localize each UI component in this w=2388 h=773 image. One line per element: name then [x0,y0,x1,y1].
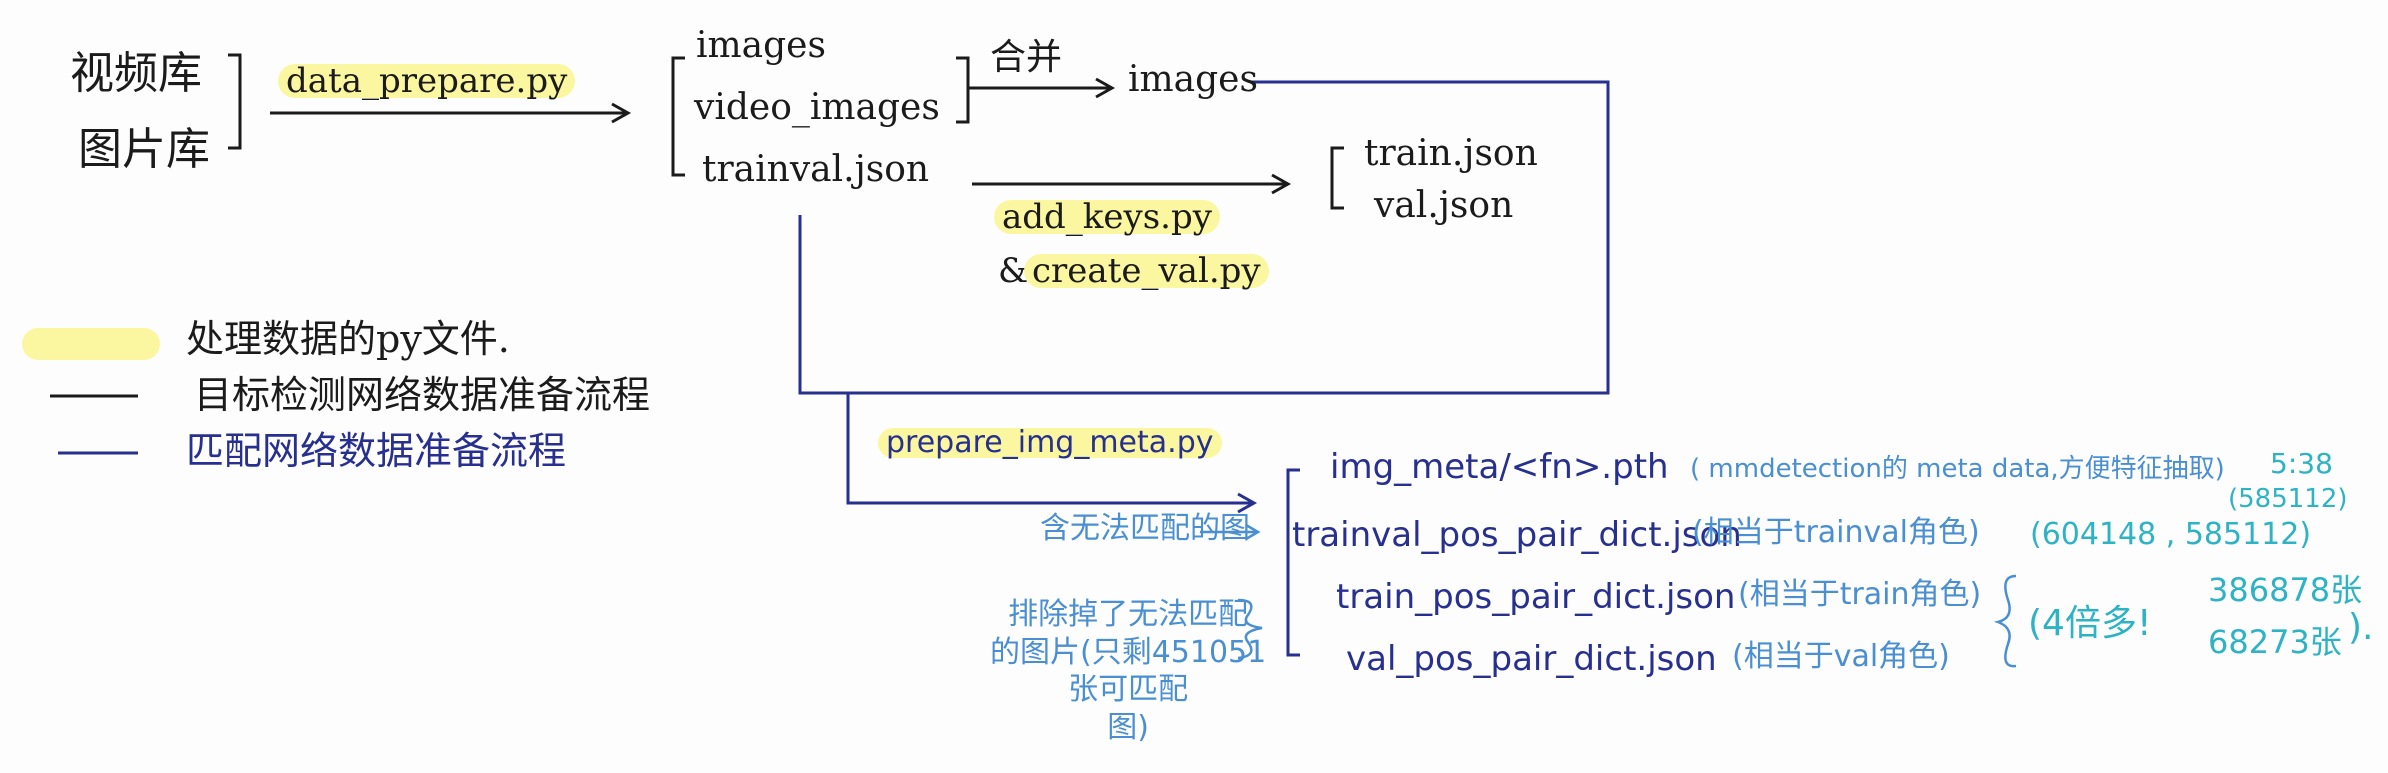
annotation-count-b: 68273张 [2208,623,2342,661]
output-trainval-count: (604148 , 585112) [2030,517,2312,552]
output-trainval-pairs: trainval_pos_pair_dict.json [1292,515,1742,555]
arrow-data-prepare [270,102,632,124]
split-bracket [1330,146,1344,210]
split-train-json: train.json [1364,133,1538,174]
output-trainval-note: (相当于trainval角色) [1692,515,1980,550]
count-brace [1993,574,2017,668]
navy-loop [798,80,1610,395]
legend-label-detection-flow: 目标检测网络数据准备流程 [194,373,651,417]
annotation-count-a: 386878张 [2208,571,2363,609]
legend-highlight-swatch [22,328,160,360]
split-val-json: val.json [1374,185,1514,226]
source-video-library: 视频库 [70,48,202,99]
output-img-meta-note: ( mmdetection的 meta data,方便特征抽取) [1690,454,2225,484]
output-img-meta-count: 5:38 [2270,447,2333,480]
output-img-meta: img_meta/<fn>.pth [1330,447,1669,487]
script-create-val: create_val.py [1024,254,1269,288]
stage1-right-bracket [956,56,970,124]
annotation-exclude-unmatched: 排除掉了无法匹配 的图片(只剩451051 张可匹配 图) [990,597,1267,745]
merged-images: images [1128,59,1258,100]
script-add-keys: add_keys.py [994,200,1220,234]
output-val-note: (相当于val角色) [1732,639,1950,674]
output-val-pairs: val_pos_pair_dict.json [1346,639,1717,679]
output-train-note: (相当于train角色) [1738,577,1982,612]
legend-label-py-files: 处理数据的py文件. [186,317,510,361]
sources-bracket [228,53,242,150]
script-prepare-img-meta: prepare_img_meta.py [878,428,1222,458]
stage1-video-images: video_images [694,87,940,128]
stage1-trainval-json: trainval.json [702,149,930,190]
annotation-include-unmatched: 含无法匹配的图 [1040,511,1250,546]
source-image-library: 图片库 [78,124,210,175]
arrow-merge [968,77,1116,99]
legend-label-matching-flow: 匹配网络数据准备流程 [186,429,567,473]
stage1-images: images [696,25,826,66]
annotation-close: ). [2348,607,2374,648]
script-data-prepare: data_prepare.py [278,64,576,98]
arrow-split [972,173,1292,195]
stage1-left-bracket [671,56,685,177]
output-img-meta-count2: (585112) [2228,484,2348,514]
output-bracket [1286,468,1300,657]
annotation-four-times: (4倍多! [2028,603,2152,644]
merge-label: 合并 [990,37,1063,78]
output-train-pairs: train_pos_pair_dict.json [1336,577,1736,617]
